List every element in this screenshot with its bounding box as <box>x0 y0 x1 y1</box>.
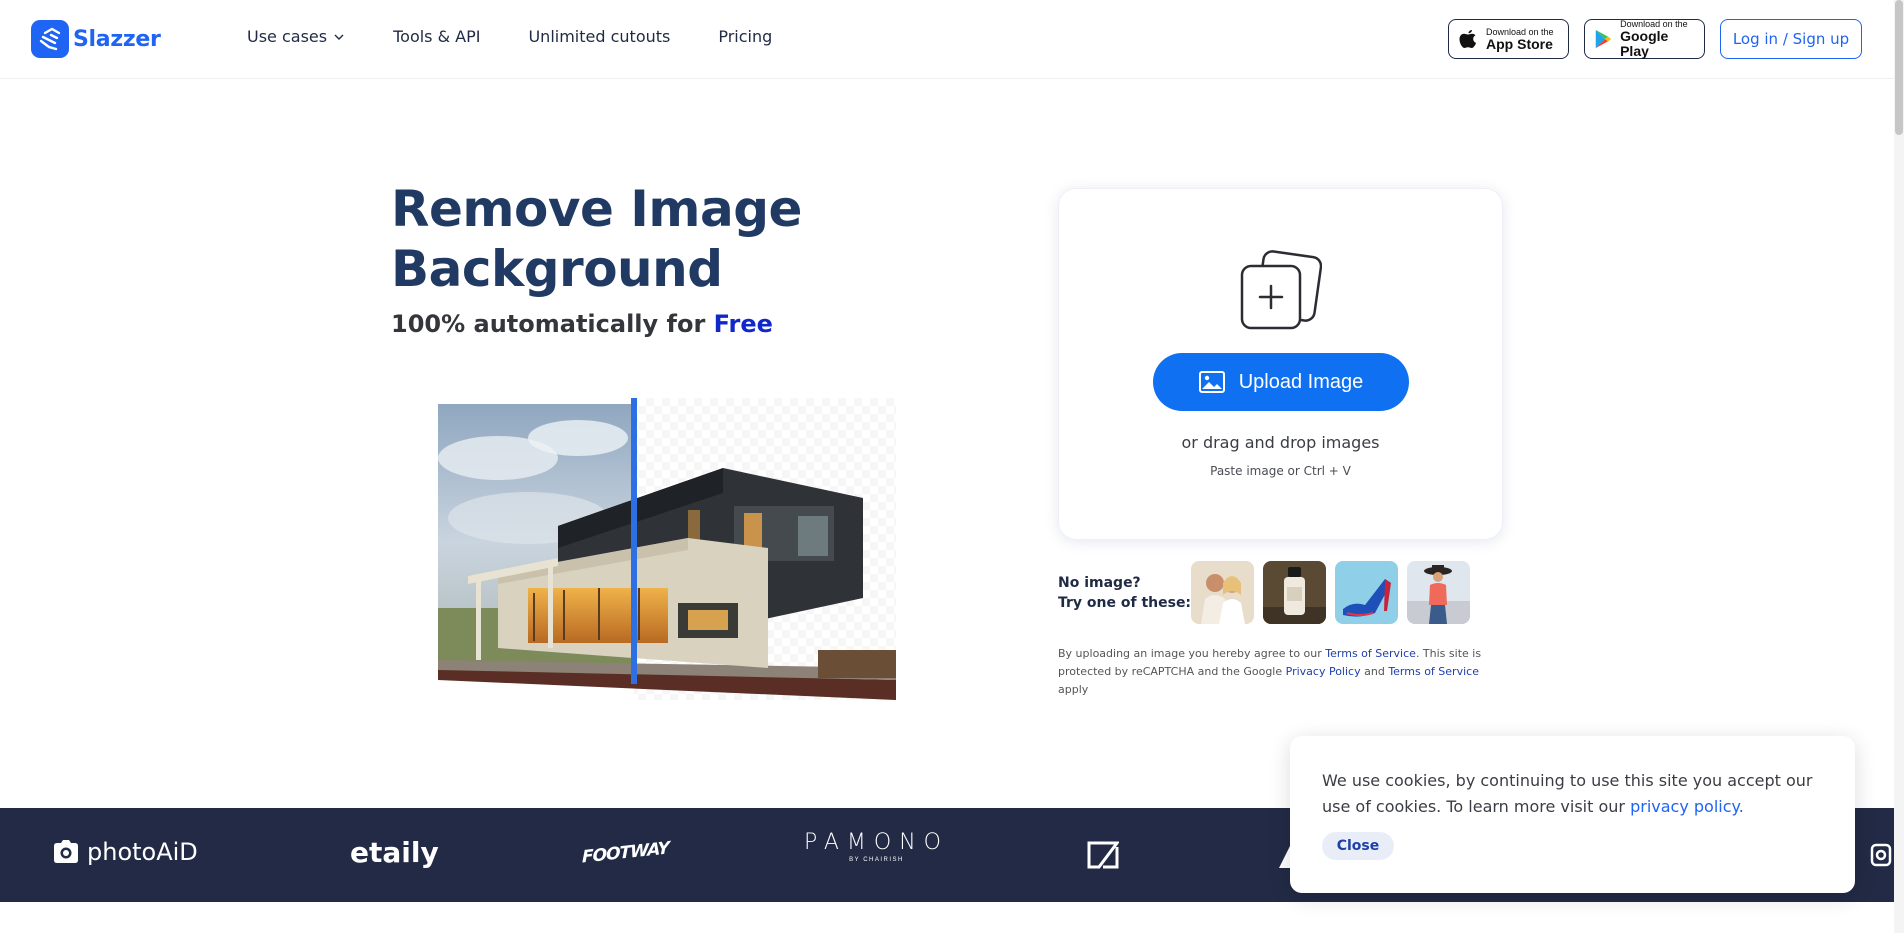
hero-subtitle-free: Free <box>713 310 773 338</box>
sample-woman-hat[interactable] <box>1407 561 1470 624</box>
nav-unlimited-cutouts[interactable]: Unlimited cutouts <box>528 27 670 46</box>
google-play-icon <box>1595 29 1612 49</box>
sample-label: No image? Try one of these: <box>1058 573 1191 613</box>
hero-title-line1: Remove Image <box>391 180 802 238</box>
add-image-icon <box>1240 250 1322 330</box>
app-store-small-text: Download on the <box>1486 26 1554 37</box>
before-after-preview[interactable] <box>438 398 896 700</box>
sample-product-bottle[interactable] <box>1263 561 1326 624</box>
slazzer-logo-icon <box>31 20 69 58</box>
etaily-logo: etaily <box>350 836 439 869</box>
main-nav: Use cases Tools & API Unlimited cutouts … <box>247 27 820 46</box>
cookie-close-button[interactable]: Close <box>1322 832 1394 860</box>
cookie-banner: We use cookies, by continuing to use thi… <box>1290 736 1855 893</box>
cookie-privacy-link[interactable]: privacy policy. <box>1630 797 1744 816</box>
apple-icon <box>1459 30 1476 48</box>
paste-hint: Paste image or Ctrl + V <box>1210 464 1351 478</box>
hero-title: Remove Image Background <box>391 179 891 299</box>
page-scrollbar[interactable] <box>1894 0 1904 933</box>
privacy-policy-link[interactable]: Privacy Policy <box>1286 665 1361 678</box>
legal-text-4: apply <box>1058 683 1089 696</box>
logo-text: Slazzer <box>73 26 161 52</box>
upload-image-label: Upload Image <box>1238 370 1364 393</box>
hero-subtitle: 100% automatically for Free <box>391 310 773 338</box>
sample-label-line2: Try one of these: <box>1058 595 1192 611</box>
nav-tools-api[interactable]: Tools & API <box>393 27 480 46</box>
cookie-message: We use cookies, by continuing to use thi… <box>1322 768 1832 820</box>
login-signup-button[interactable]: Log in / Sign up <box>1720 19 1862 59</box>
hero-subtitle-prefix: 100% automatically for <box>391 310 714 338</box>
sample-label-line1: No image? <box>1058 575 1141 591</box>
upload-image-button[interactable]: Upload Image <box>1153 353 1409 411</box>
camera-icon <box>54 840 78 863</box>
google-play-big-text: Google Play <box>1620 28 1669 59</box>
google-play-button[interactable]: Download on the Google Play <box>1584 19 1705 59</box>
terms-of-service-link[interactable]: Terms of Service <box>1325 647 1416 660</box>
footway-logo: FOOTWAY <box>582 838 669 868</box>
sample-couple-photo[interactable] <box>1191 561 1254 624</box>
hero-title-line2: Background <box>391 240 723 298</box>
image-icon <box>1198 371 1225 393</box>
pamono-subtext: BY CHAIRISH <box>849 857 904 863</box>
chevron-down-icon <box>334 34 344 40</box>
app-store-button[interactable]: Download on the App Store <box>1448 19 1569 59</box>
sample-blue-heel[interactable] <box>1335 561 1398 624</box>
house-image <box>438 398 896 700</box>
legal-notice: By uploading an image you hereby agree t… <box>1058 645 1498 699</box>
upload-dropzone[interactable]: Upload Image or drag and drop images Pas… <box>1058 188 1503 540</box>
pamono-logo: PAMONO BY CHAIRISH <box>804 830 949 863</box>
nav-use-cases-label: Use cases <box>247 27 328 46</box>
drag-drop-text: or drag and drop images <box>1181 433 1380 452</box>
slazzer-logo[interactable]: Slazzer <box>31 20 161 58</box>
app-store-big-text: App Store <box>1486 35 1553 52</box>
photoaid-text: photoAiD <box>87 838 198 866</box>
pamono-text: PAMONO <box>804 830 949 855</box>
legal-text-1: By uploading an image you hereby agree t… <box>1058 647 1326 660</box>
photoaid-logo: photoAiD <box>51 838 198 866</box>
nav-use-cases[interactable]: Use cases <box>247 27 345 46</box>
terms-of-service-link-2[interactable]: Terms of Service <box>1388 665 1479 678</box>
partner-monogram-logo <box>1087 841 1119 869</box>
sample-images <box>1191 561 1470 624</box>
nav-pricing[interactable]: Pricing <box>718 27 772 46</box>
legal-text-3: and <box>1360 665 1389 678</box>
scrollbar-thumb[interactable] <box>1895 0 1903 135</box>
partner-camera-logo <box>1870 843 1892 867</box>
site-header: Slazzer Use cases Tools & API Unlimited … <box>0 0 1894 79</box>
